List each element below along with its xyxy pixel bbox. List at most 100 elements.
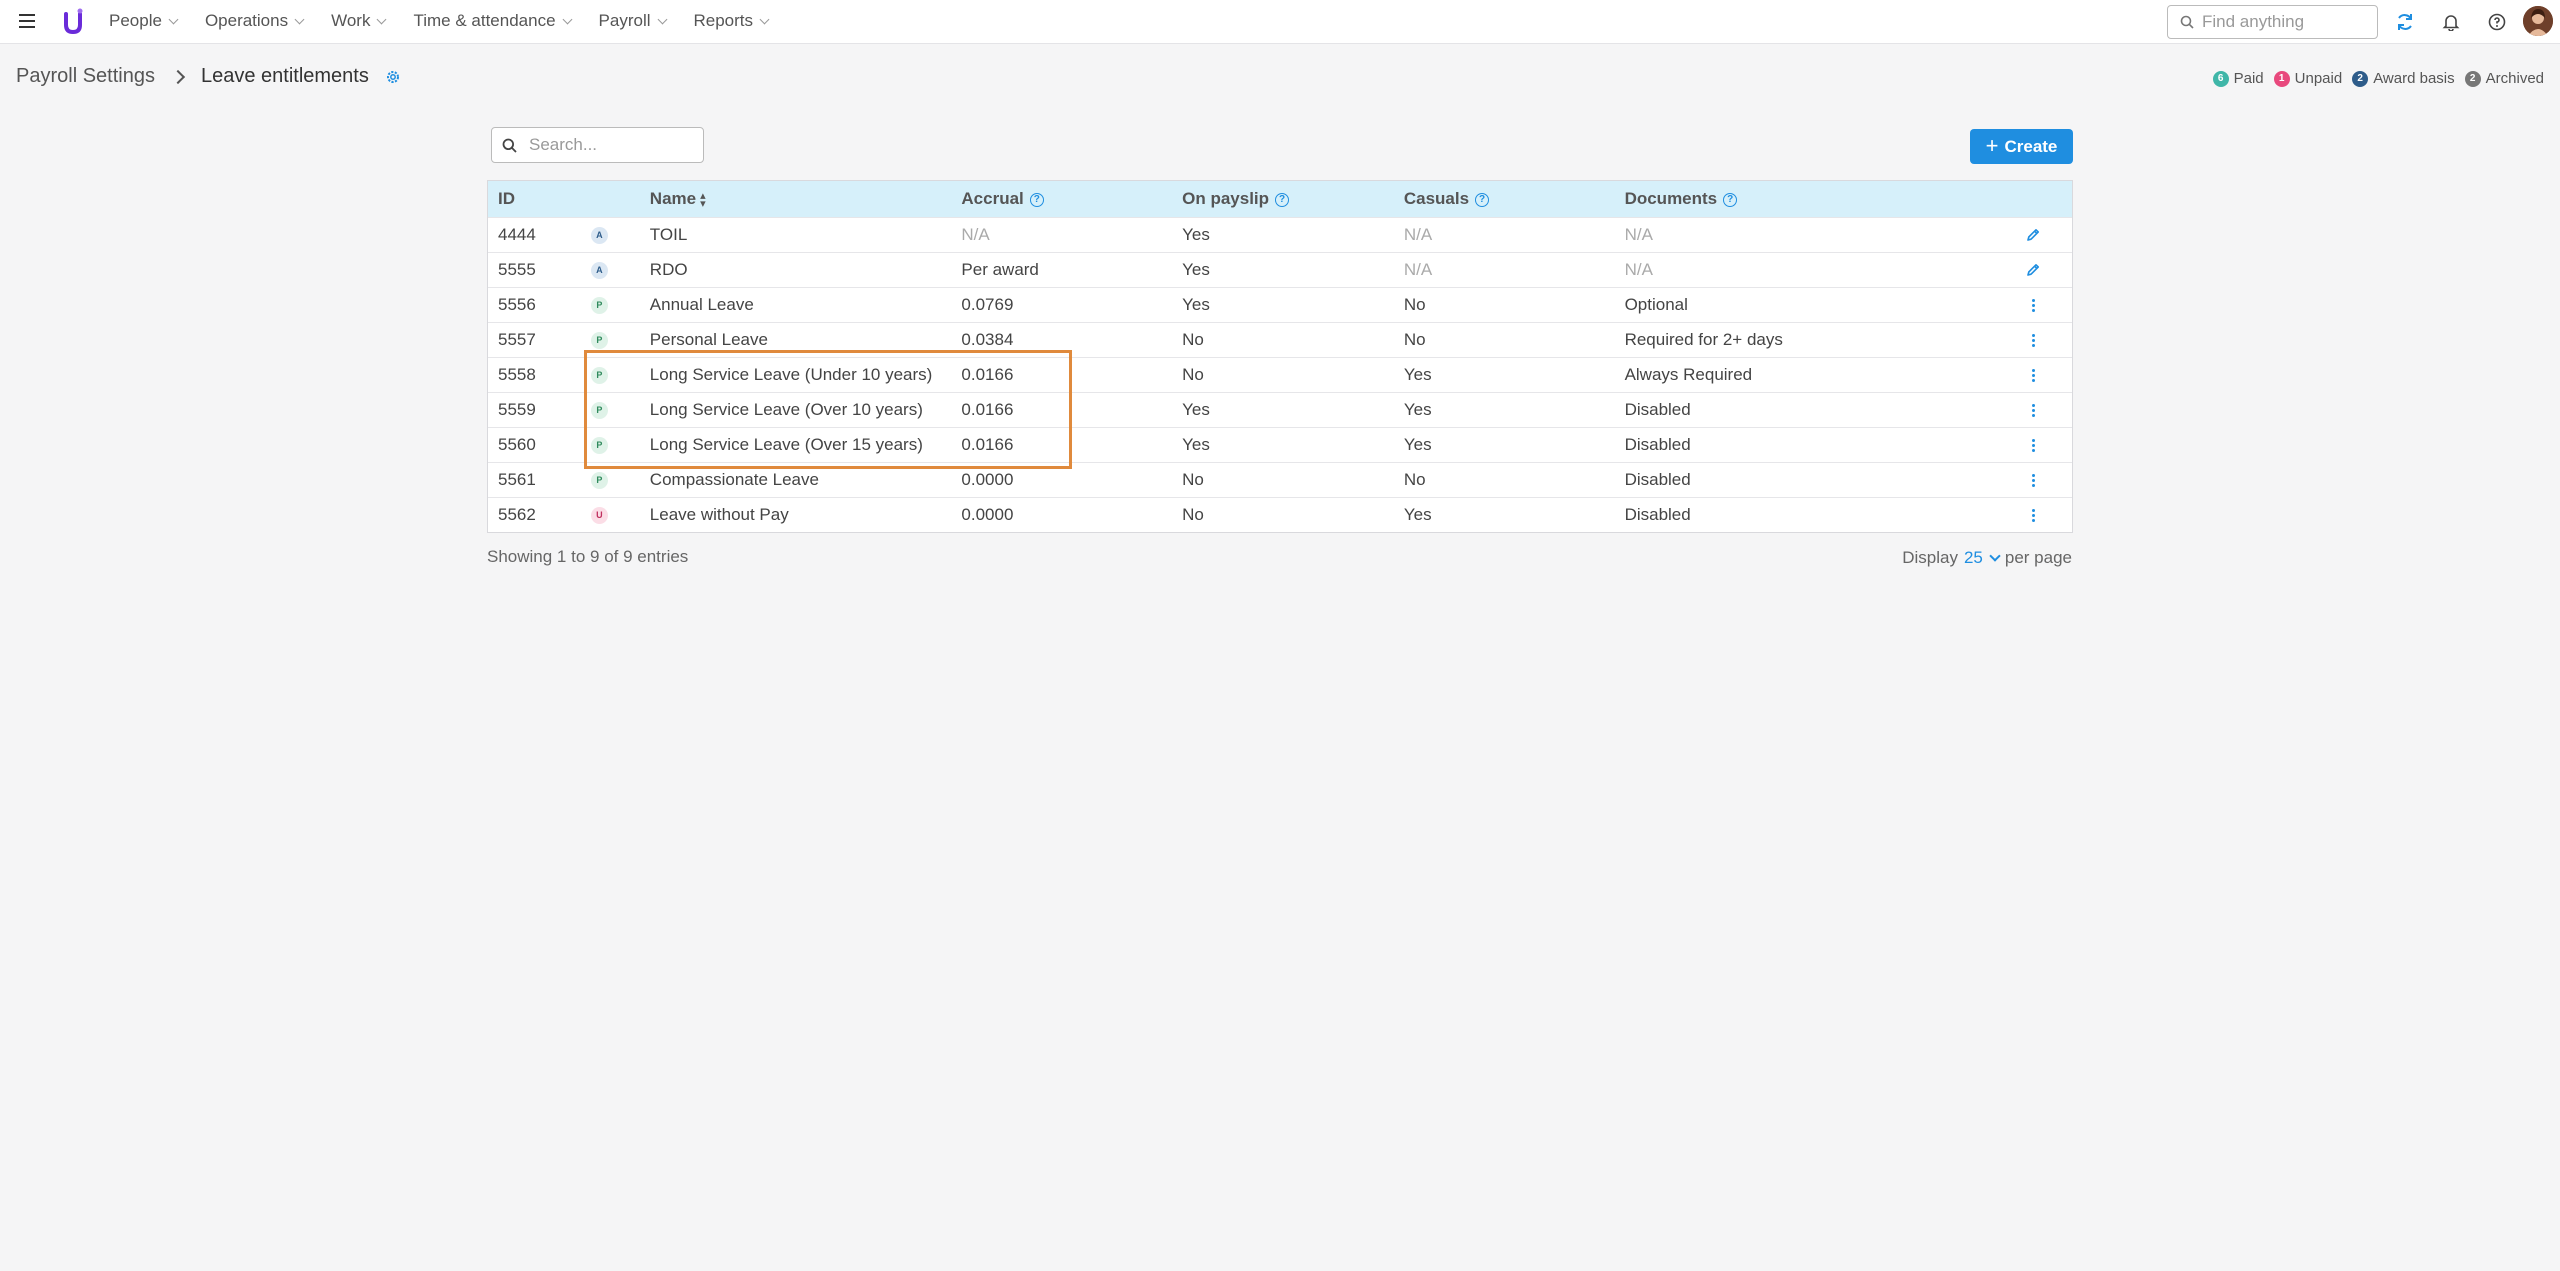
- cell-documents: Disabled: [1624, 505, 1691, 524]
- count-badge: 2: [2352, 70, 2369, 87]
- user-avatar[interactable]: [2523, 6, 2553, 36]
- more-options-icon[interactable]: [2031, 473, 2035, 488]
- info-icon[interactable]: ?: [1475, 192, 1490, 207]
- table-row[interactable]: 5559 P Long Service Leave (Over 10 years) 0…: [488, 392, 2072, 427]
- table-row[interactable]: 5556 P Annual Leave 0.0769 Yes No Optional: [488, 287, 2072, 322]
- cell-id: 5556: [498, 295, 536, 314]
- cell-accrual: 0.0166: [961, 365, 1014, 384]
- cell-id: 5560: [498, 435, 536, 454]
- chevron-down-icon: [377, 14, 387, 24]
- table-row[interactable]: 5561 P Compassionate Leave 0.0000 No No Disabl…: [488, 462, 2072, 497]
- cell-documents: N/A: [1624, 260, 1653, 279]
- bell-icon[interactable]: [2440, 11, 2462, 33]
- cell-actions: [1994, 298, 2072, 313]
- app-logo[interactable]: [60, 8, 86, 36]
- info-icon[interactable]: ?: [1723, 192, 1738, 207]
- cell-actions: [1994, 473, 2072, 488]
- table-row[interactable]: 5558 P Long Service Leave (Under 10 years)…: [488, 357, 2072, 392]
- cell-payslip: No: [1182, 505, 1204, 524]
- global-search-input[interactable]: [2202, 12, 2362, 32]
- cell-payslip: Yes: [1182, 400, 1210, 419]
- cell-actions: [1994, 438, 2072, 453]
- global-search: [2167, 5, 2378, 39]
- hamburger-menu-icon[interactable]: [19, 14, 35, 28]
- search-input[interactable]: [529, 135, 689, 155]
- cell-accrual: 0.0000: [961, 505, 1014, 524]
- cell-actions: [1994, 333, 2072, 348]
- leave-entitlements-table: ID Name ▴ ▾ Accrual? On payslip? Casuals? …: [487, 180, 2073, 533]
- cell-casuals: No: [1403, 295, 1426, 314]
- table-row[interactable]: 5557 P Personal Leave 0.0384 No No Required fo…: [488, 322, 2072, 357]
- more-options-icon[interactable]: [2031, 298, 2035, 313]
- nav-work[interactable]: Work: [331, 11, 387, 31]
- edit-pencil-icon[interactable]: [2025, 227, 2041, 243]
- cell-accrual: 0.0384: [961, 330, 1014, 349]
- chevron-down-icon: [657, 14, 667, 24]
- column-header-documents: Documents?: [1625, 189, 1995, 209]
- cell-name: Leave without Pay: [649, 505, 789, 524]
- table-row[interactable]: 5560 P Long Service Leave (Over 15 years) 0…: [488, 427, 2072, 462]
- more-options-icon[interactable]: [2031, 508, 2035, 523]
- column-header-label: Casuals: [1403, 189, 1470, 208]
- cell-payslip: Yes: [1182, 260, 1210, 279]
- more-options-icon[interactable]: [2031, 438, 2035, 453]
- column-header-label: Name: [649, 189, 697, 208]
- nav-reports[interactable]: Reports: [693, 11, 770, 31]
- more-options-icon[interactable]: [2031, 403, 2035, 418]
- create-button[interactable]: + Create: [1970, 129, 2073, 164]
- page-size-select[interactable]: 25: [1963, 548, 2001, 568]
- page-title: Leave entitlements: [200, 65, 369, 87]
- legend-unpaid[interactable]: 1 Unpaid: [2273, 70, 2343, 87]
- info-icon[interactable]: ?: [1275, 192, 1290, 207]
- cell-casuals: N/A: [1403, 260, 1433, 279]
- legend-paid[interactable]: 6 Paid: [2212, 70, 2264, 87]
- help-icon[interactable]: [2486, 11, 2508, 33]
- sync-icon[interactable]: [2394, 11, 2416, 33]
- cell-accrual: Per award: [961, 260, 1039, 279]
- cell-casuals: No: [1403, 330, 1426, 349]
- table-row[interactable]: 5562 U Leave without Pay 0.0000 No Yes Disable…: [488, 497, 2072, 532]
- breadcrumb-parent-link[interactable]: Payroll Settings: [16, 65, 155, 88]
- cell-id: 4444: [498, 225, 536, 244]
- cell-accrual: 0.0166: [961, 435, 1014, 454]
- legend-archived[interactable]: 2 Archived: [2464, 70, 2544, 87]
- gear-icon[interactable]: [385, 69, 401, 85]
- column-header-casuals: Casuals?: [1404, 189, 1625, 209]
- cell-id: 5558: [498, 365, 536, 384]
- leave-type-badge: P: [590, 296, 608, 314]
- cell-type: P: [590, 471, 650, 489]
- column-header-label: On payslip: [1182, 189, 1270, 208]
- nav-label: People: [109, 11, 162, 30]
- edit-pencil-icon[interactable]: [2025, 262, 2041, 278]
- nav-people[interactable]: People: [109, 11, 179, 31]
- leave-type-badge: P: [590, 331, 608, 349]
- nav-time-attendance[interactable]: Time & attendance: [413, 11, 572, 31]
- leave-type-badge: A: [590, 226, 608, 244]
- cell-accrual: 0.0769: [961, 295, 1014, 314]
- legend-award-basis[interactable]: 2 Award basis: [2352, 70, 2455, 87]
- more-options-icon[interactable]: [2031, 368, 2035, 383]
- cell-accrual: 0.0000: [961, 470, 1014, 489]
- search-icon: [2180, 15, 2194, 29]
- cell-payslip: Yes: [1182, 295, 1210, 314]
- cell-accrual: 0.0166: [961, 400, 1014, 419]
- sort-icon[interactable]: ▴ ▾: [700, 190, 706, 209]
- legend-label: Paid: [2233, 70, 2264, 87]
- cell-id: 5562: [498, 505, 536, 524]
- nav-payroll[interactable]: Payroll: [599, 11, 667, 31]
- table-row[interactable]: 4444 A TOIL N/A Yes N/A N/A: [488, 217, 2072, 252]
- cell-documents: Optional: [1624, 295, 1688, 314]
- table-row[interactable]: 5555 A RDO Per award Yes N/A N/A: [488, 252, 2072, 287]
- nav-label: Reports: [693, 11, 754, 30]
- cell-payslip: No: [1182, 470, 1204, 489]
- legend-label: Unpaid: [2294, 70, 2343, 87]
- leave-type-badge: P: [590, 471, 608, 489]
- cell-id: 5561: [498, 470, 536, 489]
- cell-payslip: No: [1182, 365, 1204, 384]
- more-options-icon[interactable]: [2031, 333, 2035, 348]
- info-icon[interactable]: ?: [1029, 192, 1044, 207]
- nav-operations[interactable]: Operations: [205, 11, 305, 31]
- cell-name: Long Service Leave (Under 10 years): [649, 365, 933, 384]
- column-header-name[interactable]: Name ▴ ▾: [650, 189, 962, 209]
- page-size-value: 25: [1963, 548, 1983, 567]
